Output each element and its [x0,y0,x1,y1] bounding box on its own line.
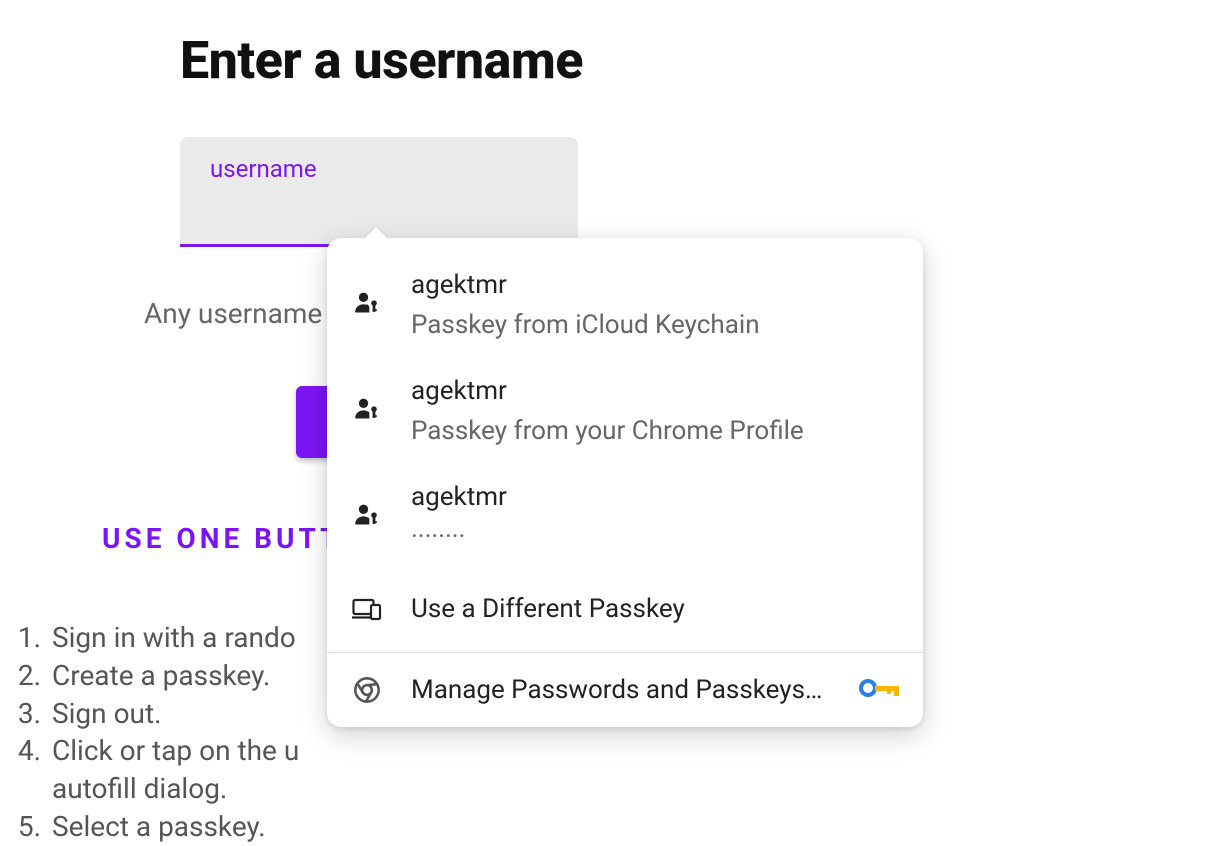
username-label: username [210,155,548,183]
manage-passwords-label: Manage Passwords and Passkeys… [411,675,831,705]
page-title: Enter a username [180,30,1230,91]
chrome-icon [351,676,383,704]
suggestion-password-mask: ········ [411,522,507,552]
devices-icon [351,597,383,621]
passkey-suggestion-icloud[interactable]: agektmr Passkey from iCloud Keychain [327,252,923,358]
suggestion-source: Passkey from iCloud Keychain [411,310,760,340]
password-suggestion[interactable]: agektmr ········ [327,464,923,570]
suggestion-username: agektmr [411,482,507,512]
step-item: Select a passkey. [48,808,1230,846]
suggestion-username: agektmr [411,270,760,300]
manage-passwords[interactable]: Manage Passwords and Passkeys… [327,653,923,727]
key-icon [859,679,899,701]
autofill-popover: agektmr Passkey from iCloud Keychain age… [327,238,923,727]
suggestion-source: Passkey from your Chrome Profile [411,416,804,446]
passkey-icon [351,270,383,316]
passkey-icon [351,376,383,422]
helper-text: Any username [144,297,322,330]
use-different-passkey-label: Use a Different Passkey [411,594,685,624]
step-item: Click or tap on the uautofill dialog. [48,732,1230,808]
passkey-suggestion-chrome-profile[interactable]: agektmr Passkey from your Chrome Profile [327,358,923,464]
suggestion-username: agektmr [411,376,804,406]
use-different-passkey[interactable]: Use a Different Passkey [327,570,923,648]
passkey-icon [351,482,383,528]
